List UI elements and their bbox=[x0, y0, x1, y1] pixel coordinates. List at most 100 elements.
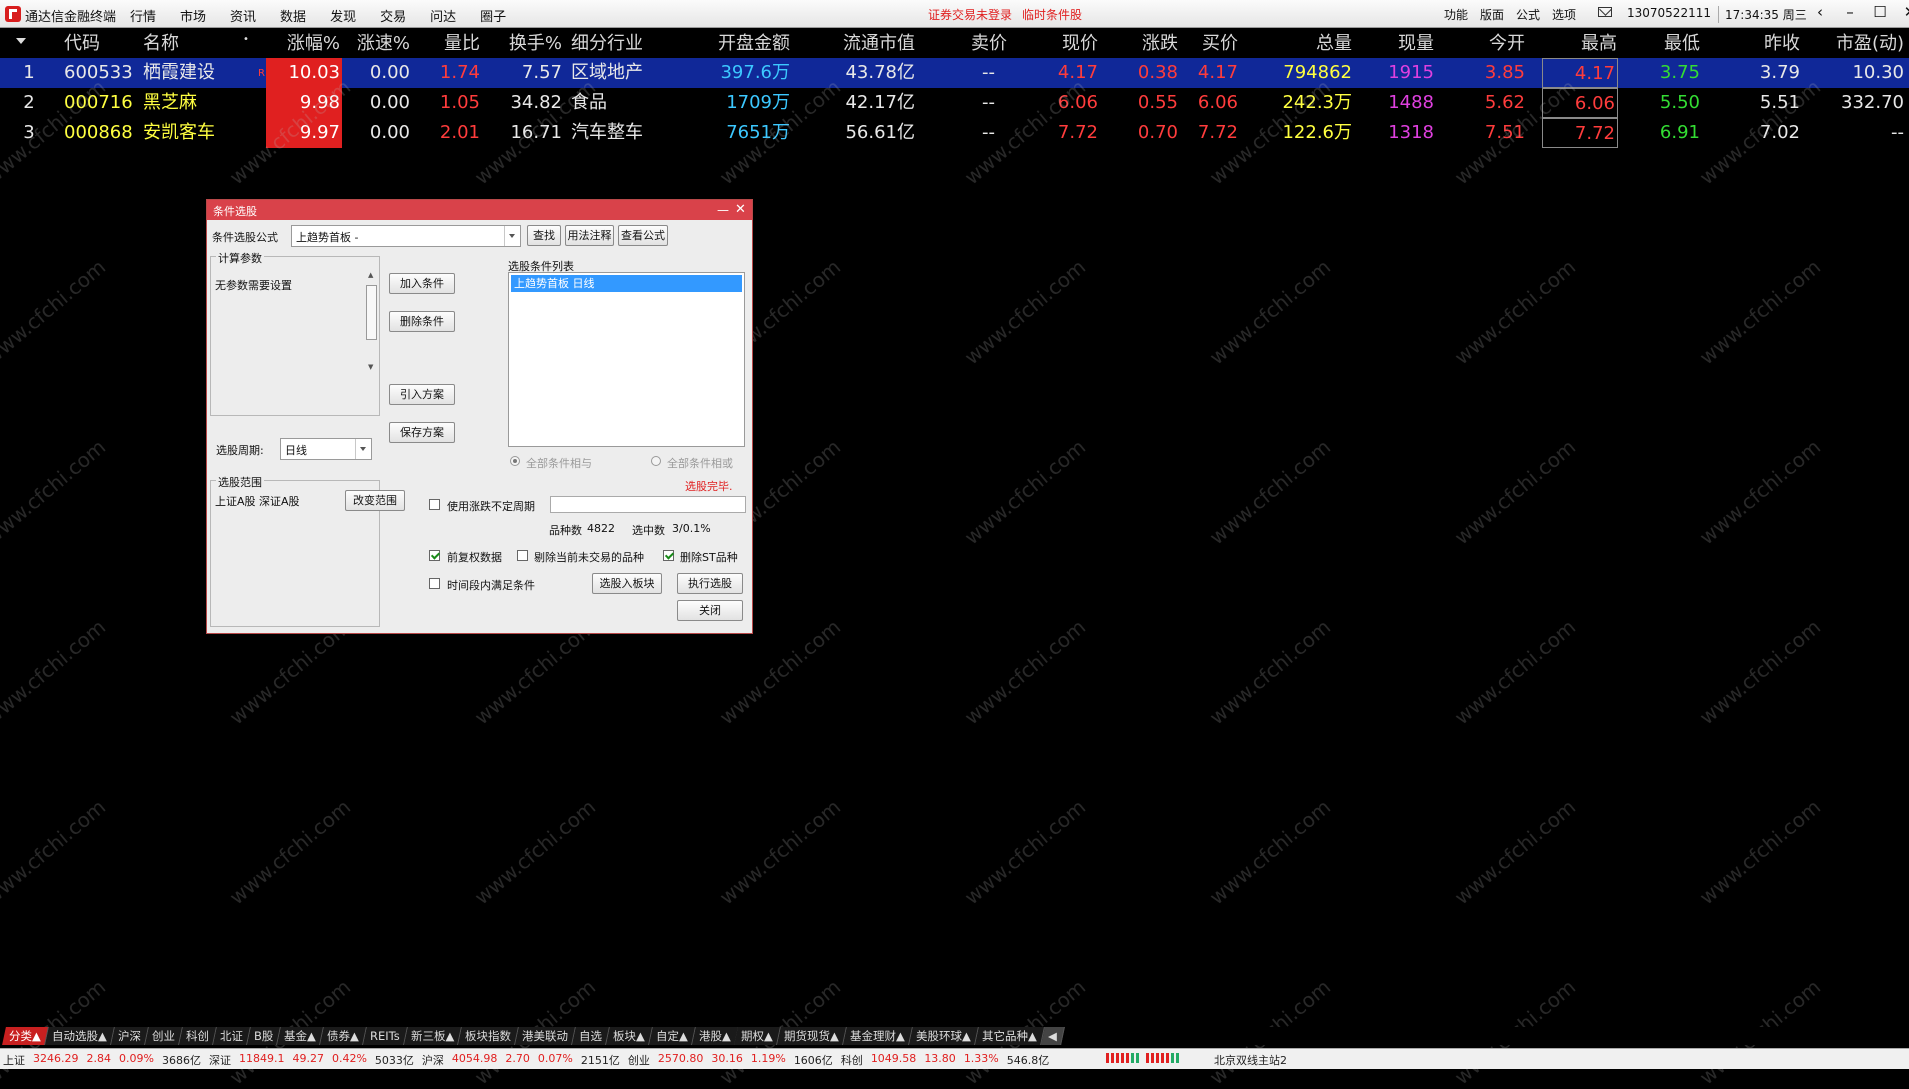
col-code[interactable]: 代码 bbox=[64, 30, 134, 58]
table-row[interactable]: 1 600533 栖霞建设 R 10.03 0.00 1.74 7.57 区域地… bbox=[0, 58, 1909, 88]
usage-button[interactable]: 用法注释 bbox=[565, 225, 614, 246]
variable-period-field[interactable] bbox=[550, 496, 746, 513]
view-formula-button[interactable]: 查看公式 bbox=[618, 225, 668, 246]
variable-period-label[interactable]: 使用涨跌不定周期 bbox=[447, 498, 535, 514]
col-cur-vol[interactable]: 现量 bbox=[1352, 30, 1434, 58]
formula-select[interactable]: 上趋势首板 - bbox=[291, 225, 521, 247]
add-condition-button[interactable]: 加入条件 bbox=[389, 273, 455, 294]
variable-period-checkbox[interactable] bbox=[429, 499, 440, 510]
import-plan-button[interactable]: 引入方案 bbox=[389, 384, 455, 405]
column-menu-icon[interactable] bbox=[16, 38, 26, 44]
scroll-up-icon[interactable]: ▲ bbox=[368, 271, 373, 279]
select-to-block-button[interactable]: 选股入板块 bbox=[592, 573, 662, 594]
scroll-thumb[interactable] bbox=[366, 285, 377, 340]
category-tab[interactable]: 板块指数 bbox=[457, 1027, 519, 1045]
close-button[interactable]: 关闭 bbox=[677, 600, 743, 621]
back-icon[interactable]: ‹ bbox=[1812, 3, 1828, 21]
col-price[interactable]: 现价 bbox=[1020, 30, 1098, 58]
col-pe[interactable]: 市盈(动) bbox=[1800, 30, 1904, 58]
close-icon[interactable]: ✕ bbox=[735, 202, 746, 217]
col-prev-close[interactable]: 昨收 bbox=[1700, 30, 1800, 58]
category-tab[interactable]: 基金▲ bbox=[277, 1027, 324, 1045]
col-pct[interactable]: 涨幅% bbox=[262, 30, 340, 58]
period-condition-checkbox[interactable] bbox=[429, 578, 440, 589]
period-select[interactable]: 日线 bbox=[280, 438, 372, 460]
menu-ask[interactable]: 问达 bbox=[430, 6, 456, 25]
col-ask[interactable]: 卖价 bbox=[935, 30, 1007, 58]
condition-list[interactable]: 上趋势首板 日线 bbox=[508, 272, 745, 447]
category-tab[interactable]: 分类▲ bbox=[2, 1027, 49, 1045]
find-button[interactable]: 查找 bbox=[527, 225, 561, 246]
category-tab[interactable]: 创业 bbox=[144, 1027, 183, 1045]
chevron-down-icon[interactable] bbox=[504, 226, 520, 246]
category-tab[interactable]: 港股▲ bbox=[691, 1027, 739, 1045]
col-turnover[interactable]: 换手% bbox=[480, 30, 562, 58]
period-condition-label[interactable]: 时间段内满足条件 bbox=[447, 577, 535, 593]
close-icon[interactable]: ✕ bbox=[1902, 3, 1909, 21]
col-name[interactable]: 名称 bbox=[143, 30, 213, 58]
category-tab[interactable]: 期权▲ bbox=[734, 1027, 782, 1045]
menu-news[interactable]: 资讯 bbox=[230, 6, 256, 25]
list-item[interactable]: 上趋势首板 日线 bbox=[511, 275, 742, 292]
category-tab[interactable]: 自动选股▲ bbox=[44, 1027, 115, 1045]
category-tab[interactable]: 其它品种▲ bbox=[974, 1027, 1045, 1045]
category-tab[interactable]: 基金理财▲ bbox=[843, 1027, 913, 1045]
change-range-button[interactable]: 改变范围 bbox=[345, 490, 405, 511]
dialog-titlebar[interactable]: 条件选股 — ✕ bbox=[207, 200, 752, 220]
col-speed[interactable]: 涨速% bbox=[340, 30, 410, 58]
category-tab[interactable]: 自选 bbox=[571, 1027, 610, 1045]
execute-select-button[interactable]: 执行选股 bbox=[677, 573, 743, 594]
col-low[interactable]: 最低 bbox=[1617, 30, 1700, 58]
menu-layout[interactable]: 版面 bbox=[1480, 6, 1504, 23]
category-tab[interactable]: REITs bbox=[362, 1027, 408, 1045]
exclude-st-checkbox[interactable] bbox=[663, 550, 674, 561]
col-vol-ratio[interactable]: 量比 bbox=[410, 30, 480, 58]
exclude-untraded-label[interactable]: 剔除当前未交易的品种 bbox=[534, 549, 644, 565]
exclude-untraded-checkbox[interactable] bbox=[517, 550, 528, 561]
col-high[interactable]: 最高 bbox=[1545, 30, 1617, 58]
radio-and[interactable] bbox=[510, 456, 520, 466]
adjust-checkbox[interactable] bbox=[429, 550, 440, 561]
minimize-icon[interactable]: — bbox=[717, 203, 729, 217]
category-tab[interactable]: 期货现货▲ bbox=[777, 1027, 848, 1045]
table-row[interactable]: 3 000868 安凯客车 9.97 0.00 2.01 16.71 汽车整车 … bbox=[0, 118, 1909, 148]
menu-trade[interactable]: 交易 bbox=[380, 6, 406, 25]
menu-options[interactable]: 选项 bbox=[1552, 6, 1576, 23]
menu-quotes[interactable]: 行情 bbox=[130, 6, 156, 25]
category-tab[interactable]: 新三板▲ bbox=[403, 1027, 462, 1045]
menu-data[interactable]: 数据 bbox=[280, 6, 306, 25]
col-change[interactable]: 涨跌 bbox=[1100, 30, 1178, 58]
save-plan-button[interactable]: 保存方案 bbox=[389, 422, 455, 443]
radio-or-label[interactable]: 全部条件相或 bbox=[667, 455, 733, 471]
category-tab[interactable]: 债券▲ bbox=[320, 1027, 367, 1045]
col-total-vol[interactable]: 总量 bbox=[1248, 30, 1352, 58]
col-float-mv[interactable]: 流通市值 bbox=[800, 30, 915, 58]
category-tab[interactable]: 美股环球▲ bbox=[909, 1027, 979, 1045]
chevron-down-icon[interactable] bbox=[355, 439, 371, 459]
table-row[interactable]: 2 000716 黑芝麻 9.98 0.00 1.05 34.82 食品 170… bbox=[0, 88, 1909, 118]
col-open[interactable]: 今开 bbox=[1435, 30, 1525, 58]
col-bid[interactable]: 买价 bbox=[1180, 30, 1238, 58]
maximize-icon[interactable]: ☐ bbox=[1872, 3, 1888, 21]
exclude-st-label[interactable]: 删除ST品种 bbox=[680, 549, 738, 565]
menu-market[interactable]: 市场 bbox=[180, 6, 206, 25]
category-tab[interactable]: 港美联动 bbox=[514, 1027, 576, 1045]
radio-and-label[interactable]: 全部条件相与 bbox=[526, 455, 592, 471]
scroll-down-icon[interactable]: ▼ bbox=[368, 363, 373, 371]
category-tab[interactable]: 科创 bbox=[178, 1027, 217, 1045]
category-tab[interactable]: 自定▲ bbox=[648, 1027, 696, 1045]
params-scrollbar[interactable]: ▲ ▼ bbox=[365, 269, 377, 376]
delete-condition-button[interactable]: 删除条件 bbox=[389, 311, 455, 332]
menu-circle[interactable]: 圈子 bbox=[480, 6, 506, 25]
category-tab[interactable]: B股 bbox=[246, 1027, 281, 1045]
minimize-icon[interactable]: – bbox=[1842, 3, 1858, 21]
server-name[interactable]: 北京双线主站2 bbox=[1214, 1052, 1287, 1068]
radio-or[interactable] bbox=[651, 456, 661, 466]
tabs-scroll-left-icon[interactable]: ◀ bbox=[1040, 1027, 1065, 1045]
adjust-label[interactable]: 前复权数据 bbox=[447, 549, 502, 565]
col-industry[interactable]: 细分行业 bbox=[571, 30, 671, 58]
category-tab[interactable]: 北证 bbox=[212, 1027, 251, 1045]
col-open-amount[interactable]: 开盘金额 bbox=[690, 30, 790, 58]
menu-formula[interactable]: 公式 bbox=[1516, 6, 1540, 23]
temp-condition-notice[interactable]: 临时条件股 bbox=[1022, 6, 1082, 23]
